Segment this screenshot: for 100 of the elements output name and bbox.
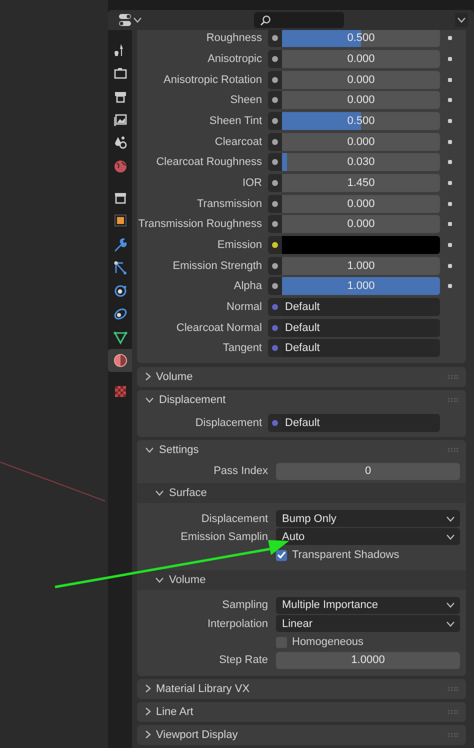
dropdown[interactable]: Multiple Importance: [276, 596, 460, 614]
property-label: Pass Index: [212, 465, 268, 478]
mesh-data-icon: [112, 328, 128, 346]
chevron-down-icon: [446, 602, 455, 608]
property-label: Sheen Tint: [208, 114, 263, 127]
property-label: Sheen: [229, 94, 263, 106]
subpanel-header[interactable]: Volume: [155, 574, 206, 586]
dropdown[interactable]: Auto: [276, 528, 460, 546]
panel-header[interactable]: Settings: [137, 440, 466, 460]
value-slider[interactable]: 0.500: [282, 112, 440, 130]
socket-button[interactable]: [268, 91, 282, 110]
value-slider[interactable]: 0.000: [282, 70, 440, 89]
drag-handle-icon: [448, 710, 458, 714]
checkbox-label: Homogeneous: [292, 636, 364, 648]
property-label: Sampling: [221, 599, 268, 612]
property-label: Emission Strength: [172, 260, 263, 272]
number-field[interactable]: 1.0000: [276, 652, 460, 669]
search-icon: [260, 14, 271, 26]
socket-button[interactable]: [268, 112, 282, 130]
globe-icon: [112, 158, 128, 175]
dropdown[interactable]: Linear: [276, 615, 460, 632]
property-label: Interpolation: [206, 618, 268, 630]
socket-button[interactable]: [268, 70, 282, 89]
chevron-right-icon: [145, 684, 151, 694]
chevron-down-icon: [145, 447, 154, 454]
property-label: Transmission Roughness: [137, 218, 263, 230]
socket-button[interactable]: [268, 236, 282, 254]
property-label: Anisotropic: [206, 52, 263, 65]
property-label: Displacement: [200, 512, 268, 525]
chevron-down-icon: [133, 17, 142, 23]
chevron-down-icon: [446, 516, 455, 522]
drag-handle-icon: [448, 686, 458, 691]
panel-header[interactable]: Displacement: [137, 390, 466, 410]
number-field[interactable]: 0: [276, 462, 460, 480]
socket-button[interactable]: [268, 50, 282, 68]
property-label: Alpha: [232, 280, 263, 292]
property-label: Normal: [226, 300, 263, 313]
search-field[interactable]: [254, 12, 344, 28]
chevron-down-icon: [155, 577, 164, 584]
panel-header[interactable]: Line Art: [137, 702, 466, 722]
check-icon: [277, 551, 286, 560]
value-slider[interactable]: 1.000: [282, 277, 440, 296]
link-field[interactable]: Default: [282, 318, 440, 337]
property-label: Emission Samplin: [180, 530, 268, 543]
value-slider[interactable]: 0.000: [282, 194, 440, 213]
cube-icon: [112, 212, 128, 230]
property-label: Clearcoat: [214, 136, 263, 148]
property-label: Transmission: [196, 198, 263, 210]
chevron-down-icon: [446, 534, 455, 540]
chevron-right-icon: [145, 372, 151, 381]
drag-handle-icon: [448, 448, 458, 452]
options-dropdown[interactable]: [455, 13, 468, 27]
socket-button[interactable]: [268, 153, 282, 172]
value-slider[interactable]: 0.500: [282, 30, 440, 48]
value-slider[interactable]: 0.000: [282, 132, 440, 151]
chevron-right-icon: [145, 730, 151, 740]
property-label: Emission: [216, 238, 263, 251]
subpanel-header[interactable]: Surface: [155, 487, 207, 500]
property-label: Step Rate: [218, 654, 268, 666]
properties-tab[interactable]: [108, 348, 132, 372]
number-field[interactable]: 1.000: [282, 256, 440, 275]
property-label: Roughness: [205, 32, 263, 44]
checkbox-label: Transparent Shadows: [292, 549, 400, 562]
socket-button[interactable]: [268, 277, 282, 296]
socket-button[interactable]: [268, 256, 282, 275]
drag-handle-icon: [448, 732, 458, 737]
physics-icon: [112, 282, 128, 300]
property-label: IOR: [241, 176, 263, 189]
editor-type-button[interactable]: [118, 13, 142, 27]
dropdown[interactable]: Bump Only: [276, 510, 460, 528]
color-swatch[interactable]: [282, 236, 440, 254]
toggle-icon: [118, 13, 132, 27]
chevron-down-icon: [145, 396, 154, 402]
particles-icon: [112, 258, 128, 276]
number-field[interactable]: 1.450: [282, 174, 440, 192]
chevron-right-icon: [145, 707, 151, 716]
link-field[interactable]: Default: [282, 414, 440, 432]
value-slider[interactable]: 0.000: [282, 50, 440, 68]
socket-button[interactable]: [268, 30, 282, 48]
panel-header[interactable]: Viewport Display: [137, 724, 466, 745]
checkbox[interactable]: [276, 550, 287, 561]
panel-header[interactable]: Material Library VX: [137, 678, 466, 699]
chevron-down-icon: [155, 490, 164, 496]
value-slider[interactable]: 0.000: [282, 91, 440, 110]
property-label: Clearcoat Roughness: [155, 156, 263, 168]
material-icon: [112, 352, 128, 369]
value-slider[interactable]: 0.000: [282, 215, 440, 234]
socket-button[interactable]: [268, 174, 282, 192]
value-slider[interactable]: 0.030: [282, 153, 440, 172]
socket-button[interactable]: [268, 194, 282, 213]
property-label: Clearcoat Normal: [175, 322, 263, 334]
chevron-down-icon: [446, 620, 455, 627]
panel-header[interactable]: Volume: [137, 366, 466, 386]
link-field[interactable]: Default: [282, 298, 440, 316]
socket-button[interactable]: [268, 215, 282, 234]
chevron-down-icon: [457, 17, 466, 23]
property-label: Displacement: [194, 416, 263, 429]
link-field[interactable]: Default: [282, 339, 440, 358]
property-label: Anisotropic Rotation: [162, 74, 263, 86]
socket-button[interactable]: [268, 132, 282, 151]
